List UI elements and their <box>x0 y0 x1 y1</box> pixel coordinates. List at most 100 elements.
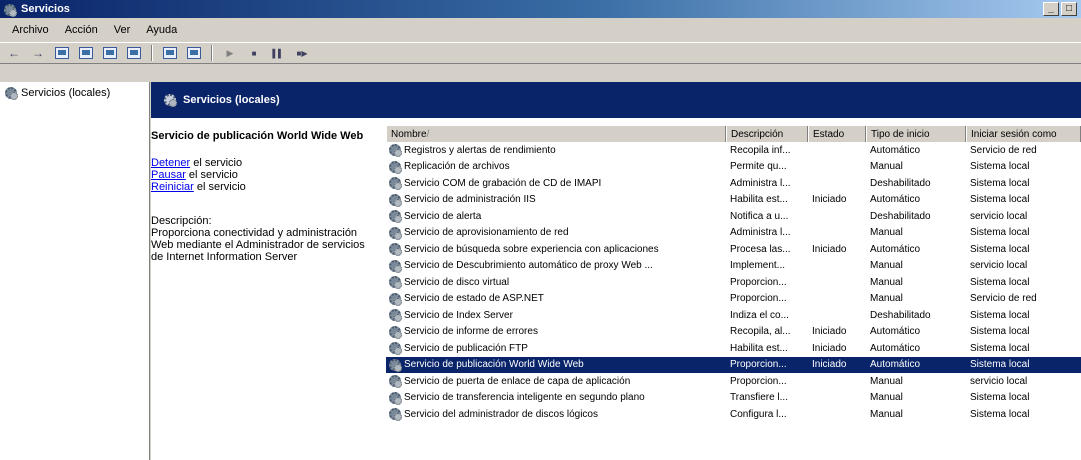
export-list-button[interactable] <box>184 44 204 62</box>
restart-service-link[interactable]: Reiniciar <box>151 181 194 193</box>
table-row[interactable]: Servicio del administrador de discos lóg… <box>386 406 1081 423</box>
cell-name: Servicio de disco virtual <box>386 275 726 290</box>
list-rows: Registros y alertas de rendimiento Recopi… <box>386 142 1081 423</box>
cell-description: Indiza el co... <box>730 309 789 321</box>
cell-startup: Deshabilitado <box>870 177 931 189</box>
restart-service-button[interactable]: ■▶ <box>292 44 312 62</box>
menu-archivo[interactable]: Archivo <box>4 24 57 36</box>
cell-description: Habilita est... <box>730 342 788 354</box>
table-row[interactable]: Servicio de Index Server Indiza el co... D… <box>386 307 1081 324</box>
tree-item-servicios-locales[interactable]: Servicios (locales) <box>4 86 110 100</box>
cell-startup: Manual <box>870 293 903 305</box>
table-row[interactable]: Servicio de alerta Notifica a u... Deshabi… <box>386 208 1081 225</box>
cell-startup: Manual <box>870 227 903 239</box>
service-title: Servicio de publicación World Wide Web <box>151 130 364 142</box>
cell-logon: Sistema local <box>970 227 1030 239</box>
table-row[interactable]: Servicio de publicación World Wide Web Pr… <box>386 356 1081 373</box>
gear-icon <box>388 242 402 257</box>
services-list: Nombre / Descripción Estado Tipo de inic… <box>386 126 1081 460</box>
forward-arrow-icon: → <box>32 46 44 60</box>
cell-startup: Automático <box>870 326 921 338</box>
cell-name: Replicación de archivos <box>386 160 726 174</box>
cell-name: Servicio de transferencia inteligente en… <box>386 391 726 405</box>
table-row[interactable]: Servicio de administración IIS Habilita e… <box>386 192 1081 209</box>
minimize-button[interactable]: _ <box>1043 2 1059 16</box>
column-header-logon[interactable]: Iniciar sesión como <box>966 126 1081 142</box>
cell-startup: Manual <box>870 161 903 173</box>
help-button[interactable] <box>160 44 180 62</box>
up-level-button[interactable] <box>76 44 96 62</box>
service-name: Servicio de estado de ASP.NET <box>404 293 544 305</box>
show-console-tree-button[interactable] <box>52 44 72 62</box>
table-row[interactable]: Servicio COM de grabación de CD de IMAPI… <box>386 175 1081 192</box>
table-row[interactable]: Servicio de aprovisionamiento de red Admi… <box>386 225 1081 242</box>
properties-button[interactable] <box>100 44 120 62</box>
service-name: Servicio del administrador de discos lóg… <box>404 408 598 420</box>
cell-name: Servicio del administrador de discos lóg… <box>386 407 726 422</box>
stop-service-link[interactable]: Detener <box>151 157 190 169</box>
stop-service-button[interactable]: ■ <box>244 44 264 62</box>
cell-startup: Automático <box>870 342 921 354</box>
column-header-description[interactable]: Descripción <box>726 126 808 142</box>
service-name: Servicio de publicación World Wide Web <box>404 359 584 371</box>
service-name: Servicio de informe de errores <box>404 326 538 338</box>
column-header-startup[interactable]: Tipo de inicio <box>866 126 966 142</box>
gear-icon <box>388 341 402 356</box>
cell-startup: Manual <box>870 260 903 272</box>
table-row[interactable]: Servicio de puerta de enlace de capa de … <box>386 373 1081 390</box>
stop-icon: ■ <box>251 48 257 58</box>
cell-name: Servicio de alerta <box>386 209 726 224</box>
gear-icon <box>388 358 402 372</box>
table-row[interactable]: Servicio de búsqueda sobre experiencia c… <box>386 241 1081 258</box>
cell-description: Recopila, al... <box>730 326 791 338</box>
cell-logon: Sistema local <box>970 326 1030 338</box>
cell-description: Proporcion... <box>730 293 787 305</box>
column-header-state[interactable]: Estado <box>808 126 866 142</box>
table-row[interactable]: Replicación de archivos Permite qu... Manu… <box>386 159 1081 176</box>
pause-service-link[interactable]: Pausar <box>151 169 186 181</box>
service-name: Servicio de administración IIS <box>404 194 536 206</box>
table-row[interactable]: Servicio de estado de ASP.NET Proporcion.… <box>386 291 1081 308</box>
gear-icon <box>388 209 402 224</box>
sort-indicator: / <box>426 128 430 140</box>
table-row[interactable]: Registros y alertas de rendimiento Recopi… <box>386 142 1081 159</box>
table-row[interactable]: Servicio de informe de errores Recopila, … <box>386 324 1081 341</box>
service-name: Servicio de Index Server <box>404 309 513 321</box>
service-name: Servicio de publicación FTP <box>404 342 528 354</box>
table-row[interactable]: Servicio de Descubrimiento automático de… <box>386 258 1081 275</box>
refresh-button[interactable] <box>124 44 144 62</box>
cell-startup: Deshabilitado <box>870 210 931 222</box>
service-name: Replicación de archivos <box>404 161 510 173</box>
cell-startup: Deshabilitado <box>870 309 931 321</box>
service-name: Servicio de aprovisionamiento de red <box>404 227 569 239</box>
menu-ver[interactable]: Ver <box>106 24 139 36</box>
description-label: Descripción: <box>151 215 212 227</box>
gear-icon <box>388 391 402 405</box>
menu-ayuda[interactable]: Ayuda <box>138 24 185 36</box>
table-row[interactable]: Servicio de publicación FTP Habilita est.… <box>386 340 1081 357</box>
cell-logon: Sistema local <box>970 161 1030 173</box>
back-button[interactable]: ← <box>4 44 24 62</box>
column-header-name[interactable]: Nombre / <box>386 126 726 142</box>
maximize-button[interactable]: □ <box>1061 2 1077 16</box>
start-service-button[interactable]: ▶ <box>220 44 240 62</box>
cell-logon: Sistema local <box>970 408 1030 420</box>
pause-icon: ▌▌ <box>272 48 284 58</box>
cell-name: Servicio de publicación World Wide Web <box>386 358 726 372</box>
refresh-icon <box>127 47 141 59</box>
forward-button[interactable]: → <box>28 44 48 62</box>
service-actions: Detener el servicio Pausar el servicio R… <box>151 157 382 193</box>
gear-icon <box>163 93 177 107</box>
gear-icon <box>388 176 402 191</box>
table-row[interactable]: Servicio de transferencia inteligente en… <box>386 390 1081 407</box>
menu-accion[interactable]: Acción <box>57 24 106 36</box>
cell-name: Servicio de aprovisionamiento de red <box>386 226 726 240</box>
table-row[interactable]: Servicio de disco virtual Proporcion... Ma… <box>386 274 1081 291</box>
window-controls: _ □ <box>1043 2 1077 16</box>
cell-startup: Manual <box>870 408 903 420</box>
gear-icon <box>388 259 402 273</box>
cell-name: Servicio de publicación FTP <box>386 341 726 356</box>
pause-service-button[interactable]: ▌▌ <box>268 44 288 62</box>
gear-icon <box>388 325 402 339</box>
cell-logon: Sistema local <box>970 359 1030 371</box>
